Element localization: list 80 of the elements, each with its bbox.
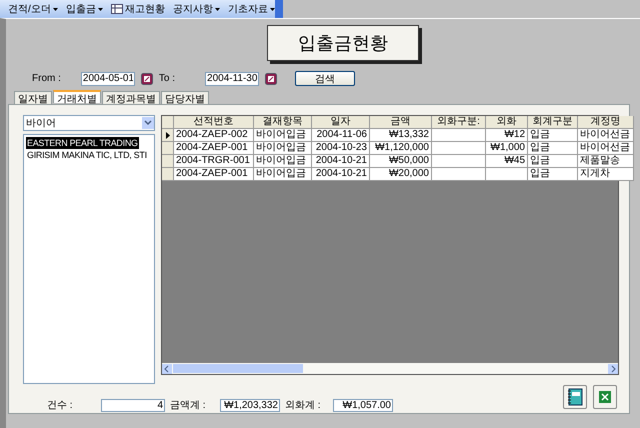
menu-item[interactable]: 공지사항 [172,2,220,16]
table-cell: ₩50,000 [370,155,432,168]
excel-button[interactable] [593,385,617,409]
table-cell: ₩13,332 [370,129,432,142]
to-label: To : [158,73,176,84]
table-cell: 2004-ZAEP-002 [174,129,254,142]
from-label: From : [32,73,61,84]
notebook-icon [567,388,583,406]
notebook-button[interactable] [563,385,587,409]
table-cell: 바이어입금 [254,142,312,155]
column-header[interactable]: 회계구분 [528,116,578,129]
table-cell: 바이어입금 [254,155,312,168]
menu-item[interactable]: 기초자료 [228,2,275,16]
page-title: 입출금현황 [267,25,419,61]
table-cell: ₩20,000 [370,168,432,181]
table-cell: 지게차 [578,168,634,181]
row-header[interactable] [162,129,174,142]
table-cell: 입금 [528,155,578,168]
client-list-item[interactable]: GIRISIM MAKINA TIC, LTD, STI [26,149,148,161]
table-cell: 2004-TRGR-001 [174,155,254,168]
table-cell: ₩1,000 [486,142,528,155]
column-header[interactable]: 금액 [370,116,432,129]
to-date-field[interactable]: 2004-11-30 [205,72,260,86]
tab[interactable]: 거래처별 [53,90,101,103]
grid-icon [110,4,123,14]
column-header[interactable]: 계정명 [578,116,634,129]
menu-item[interactable]: 입출금 [66,2,103,16]
caret-icon [52,8,58,10]
scroll-right-icon[interactable] [608,364,618,374]
table-cell: 바이어선금 [578,142,634,155]
table-cell [432,142,486,155]
table-cell: 입금 [528,168,578,181]
tab[interactable]: 일자별 [14,91,52,104]
scroll-left-icon[interactable] [162,364,172,374]
calendar-icon[interactable] [140,72,153,84]
menu-item[interactable]: 재고현황 [110,2,165,16]
column-header[interactable]: 외화구분: [432,116,486,129]
table-cell [486,168,528,181]
table-cell: 입금 [528,129,578,142]
table-cell: 2004-10-21 [312,168,370,181]
category-dropdown[interactable]: 바이어 [23,115,155,131]
table-cell: 2004-11-06 [312,129,370,142]
column-header[interactable]: 결재항목 [254,116,312,129]
tab[interactable]: 담당자별 [161,91,209,104]
search-button[interactable]: 검색 [295,71,356,86]
table-cell: 바이어선금 [578,129,634,142]
client-list-item[interactable]: EASTERN PEARL TRADING [26,137,139,149]
table-cell: ₩12 [486,129,528,142]
table-cell: ₩1,120,000 [370,142,432,155]
column-header[interactable]: 일자 [312,116,370,129]
spreadsheet-icon [598,390,612,404]
menu-item[interactable]: 견적/오더 [8,2,58,16]
foreign-total-field[interactable]: ₩1,057.00 [333,398,393,412]
column-header[interactable]: 외화 [486,116,528,129]
count-label: 건수 : [47,399,74,412]
foreign-total-label: 외화계 : [285,399,322,412]
table-cell: 2004-ZAEP-001 [174,168,254,181]
count-field[interactable]: 4 [101,398,165,412]
table-cell [432,129,486,142]
caret-icon [98,8,103,10]
current-row-icon [166,132,170,138]
table-cell: 2004-10-21 [312,155,370,168]
table-cell: 2004-ZAEP-001 [174,142,254,155]
horizontal-scrollbar[interactable] [162,363,618,374]
table-cell [432,168,486,181]
amount-total-field[interactable]: ₩1,203,332 [220,398,280,412]
table-cell: 바이어입금 [254,129,312,142]
corner-cell [162,116,174,129]
table-cell: 2004-10-23 [312,142,370,155]
amount-total-label: 금액계 : [170,399,207,412]
tab[interactable]: 계정과목별 [102,91,160,104]
table-cell: 입금 [528,142,578,155]
caret-icon [214,8,220,10]
table-cell: 바이어입금 [254,168,312,181]
caret-icon [270,8,275,10]
table-cell: 제품말송 [578,155,634,168]
table-cell [432,155,486,168]
calendar-icon[interactable] [265,72,278,84]
table-cell: ₩45 [486,155,528,168]
column-header[interactable]: 선적번호 [174,116,254,129]
